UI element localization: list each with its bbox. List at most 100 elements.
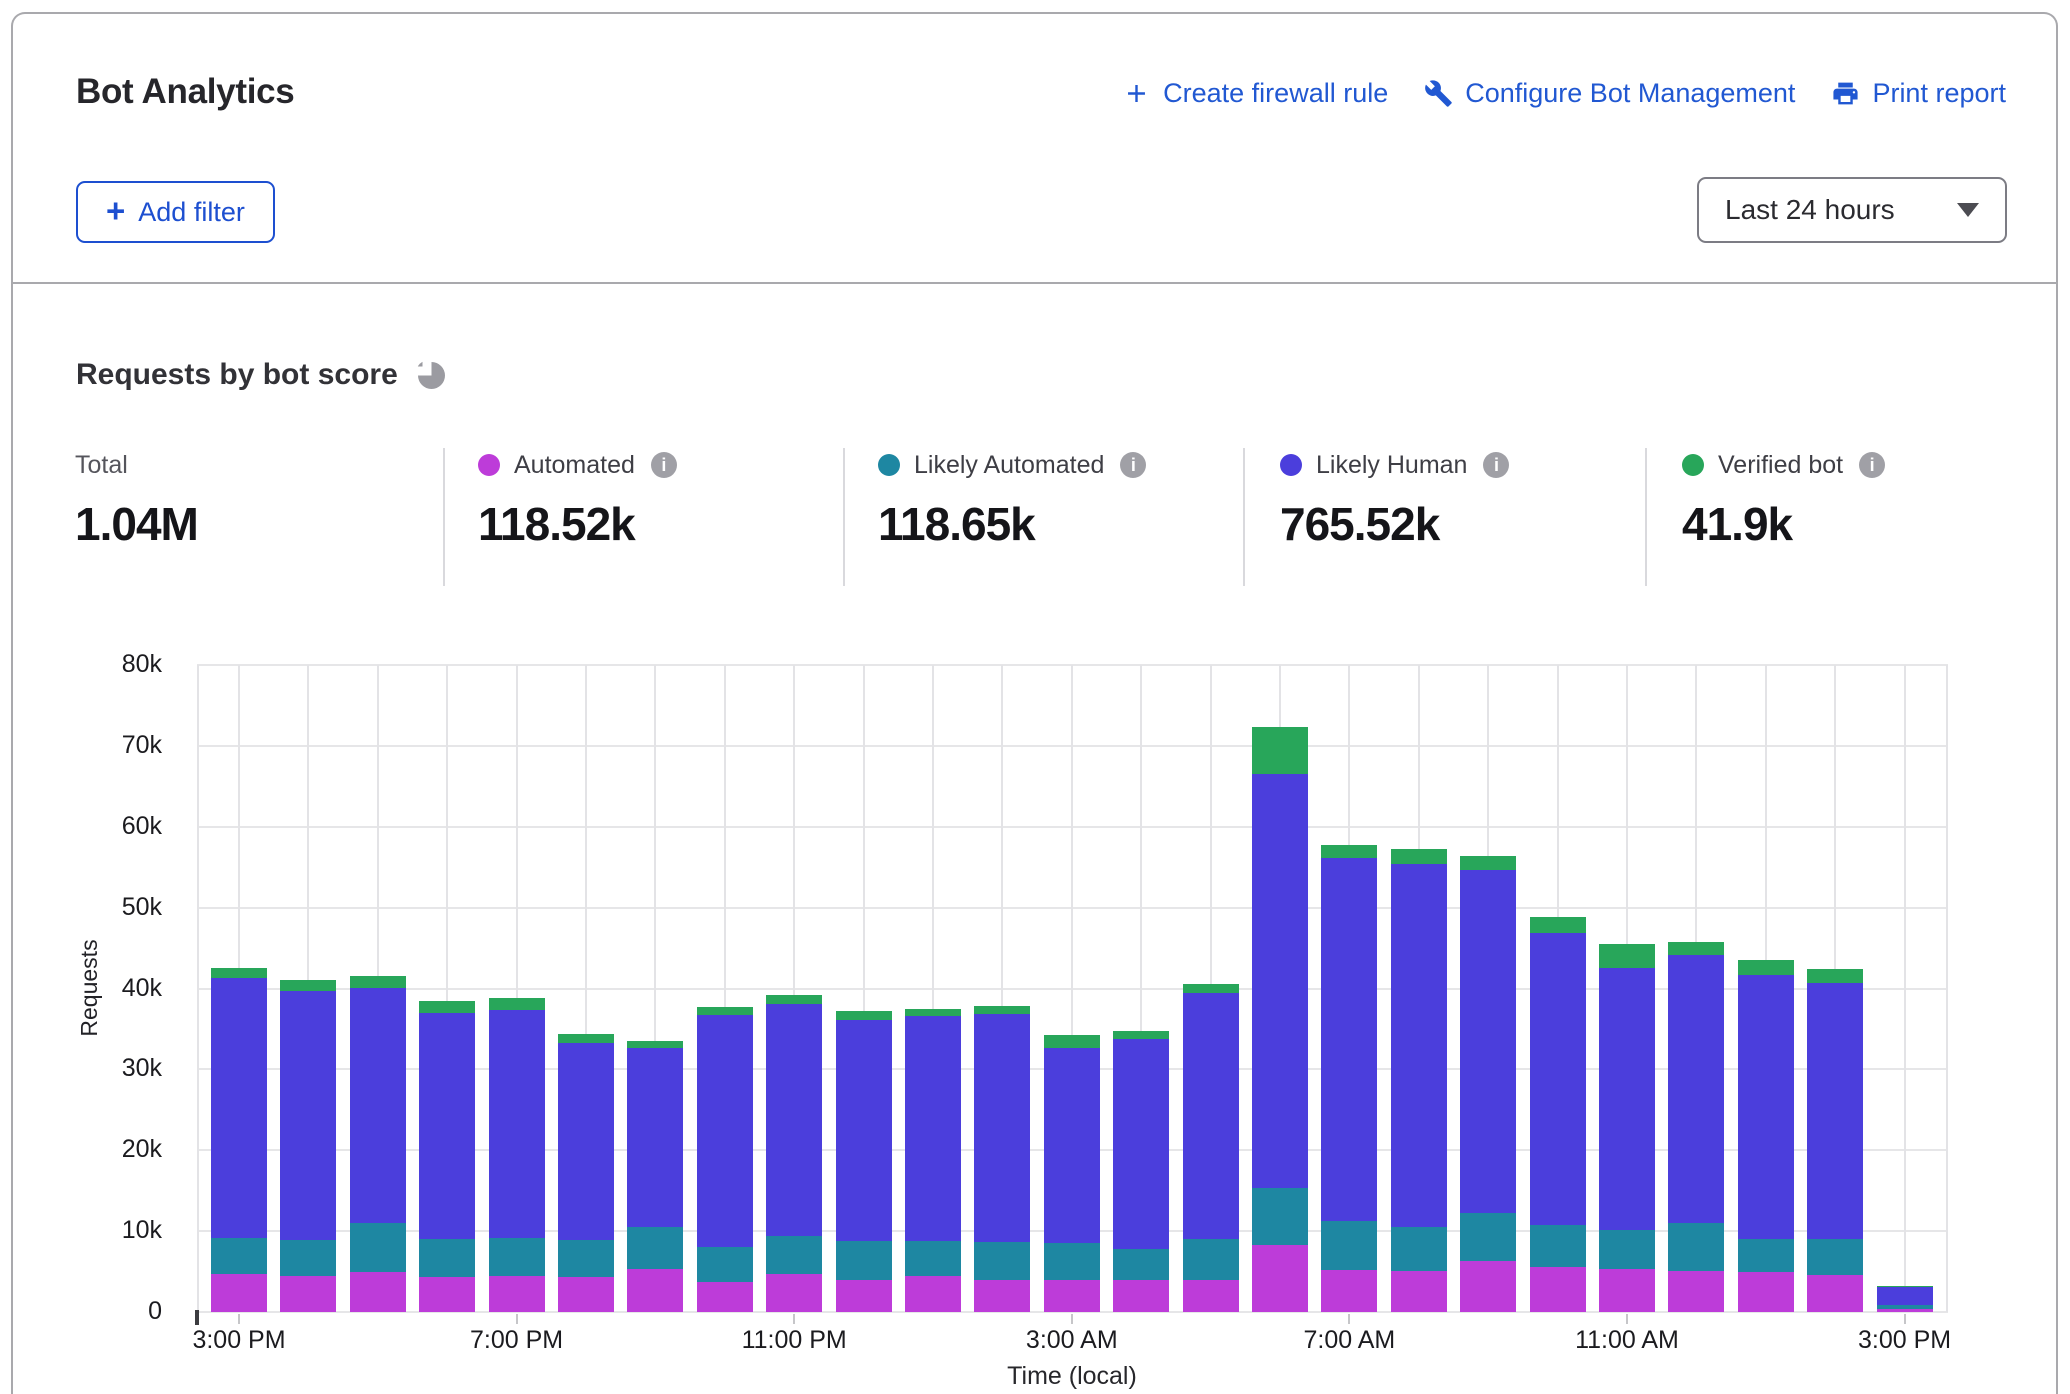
bar-1-00-am[interactable] xyxy=(905,1009,961,1312)
create-firewall-rule-link[interactable]: Create firewall rule xyxy=(1122,78,1388,109)
segment-likely-automated xyxy=(350,1223,406,1272)
segment-likely-automated xyxy=(419,1239,475,1277)
segment-automated xyxy=(1252,1245,1308,1312)
stat-value: 1.04M xyxy=(75,497,198,551)
segment-automated xyxy=(1877,1309,1933,1312)
segment-likely-human xyxy=(627,1048,683,1227)
segment-automated xyxy=(1113,1280,1169,1312)
info-icon[interactable]: i xyxy=(1120,452,1146,478)
segment-verified-bot xyxy=(836,1011,892,1020)
stat-header: Likely Humani xyxy=(1280,448,1509,482)
bar-4-00-pm[interactable] xyxy=(280,980,336,1312)
stat-header: Automatedi xyxy=(478,448,677,482)
add-filter-button[interactable]: + Add filter xyxy=(76,181,275,243)
info-icon[interactable]: i xyxy=(651,452,677,478)
segment-likely-human xyxy=(905,1016,961,1241)
segment-automated xyxy=(211,1274,267,1312)
segment-verified-bot xyxy=(350,976,406,988)
stat-label: Total xyxy=(75,451,128,480)
bar-3-00-pm[interactable] xyxy=(1877,1286,1933,1312)
bar-9-00-pm[interactable] xyxy=(627,1041,683,1312)
stat-divider xyxy=(843,448,845,586)
bar-12-00-am[interactable] xyxy=(836,1011,892,1312)
y-tick-label: 0 xyxy=(52,1297,162,1326)
segment-verified-bot xyxy=(1599,944,1655,968)
x-tick-mark xyxy=(1071,1314,1073,1324)
stat-verified-bot: Verified boti41.9k xyxy=(1682,448,1885,551)
bar-12-00-pm[interactable] xyxy=(1668,942,1724,1312)
y-tick-label: 80k xyxy=(52,650,162,679)
segment-likely-automated xyxy=(558,1240,614,1277)
bar-6-00-pm[interactable] xyxy=(419,1001,475,1312)
bar-10-00-pm[interactable] xyxy=(697,1007,753,1312)
segment-verified-bot xyxy=(1460,856,1516,870)
segment-verified-bot xyxy=(627,1041,683,1048)
x-tick-label: 11:00 AM xyxy=(1517,1326,1737,1355)
segment-likely-automated xyxy=(1530,1225,1586,1266)
x-tick-mark xyxy=(1904,1314,1906,1324)
x-tick-mark xyxy=(1348,1314,1350,1324)
stat-divider xyxy=(1243,448,1245,586)
segment-likely-human xyxy=(1321,858,1377,1221)
add-filter-label: Add filter xyxy=(138,197,245,228)
x-tick-mark xyxy=(238,1314,240,1324)
stat-value: 765.52k xyxy=(1280,497,1509,551)
bar-5-00-pm[interactable] xyxy=(350,976,406,1312)
plus-icon: + xyxy=(106,192,125,230)
bar-3-00-pm[interactable] xyxy=(211,968,267,1312)
stat-divider xyxy=(1645,448,1647,586)
segment-verified-bot xyxy=(1668,942,1724,954)
bar-11-00-pm[interactable] xyxy=(766,995,822,1312)
bar-3-00-am[interactable] xyxy=(1044,1035,1100,1312)
segment-automated xyxy=(1599,1269,1655,1312)
legend-dot-icon xyxy=(478,454,500,476)
segment-likely-human xyxy=(350,988,406,1223)
segment-verified-bot xyxy=(905,1009,961,1016)
print-report-link[interactable]: Print report xyxy=(1831,78,2006,109)
section-title: Requests by bot score xyxy=(76,358,445,392)
segment-likely-automated xyxy=(489,1238,545,1276)
segment-likely-human xyxy=(1044,1048,1100,1243)
segment-verified-bot xyxy=(1044,1035,1100,1048)
segment-likely-human xyxy=(1183,993,1239,1240)
segment-likely-automated xyxy=(1252,1188,1308,1245)
bar-5-00-am[interactable] xyxy=(1183,984,1239,1312)
segment-verified-bot xyxy=(1113,1031,1169,1039)
configure-bot-management-link[interactable]: Configure Bot Management xyxy=(1424,78,1795,109)
segment-likely-human xyxy=(489,1010,545,1238)
wrench-icon xyxy=(1424,79,1453,108)
header-divider xyxy=(11,282,2058,284)
bar-4-00-am[interactable] xyxy=(1113,1031,1169,1312)
bar-6-00-am[interactable] xyxy=(1252,727,1308,1312)
section-title-text: Requests by bot score xyxy=(76,358,398,392)
bar-1-00-pm[interactable] xyxy=(1738,960,1794,1312)
segment-likely-automated xyxy=(1668,1223,1724,1271)
time-range-dropdown[interactable]: Last 24 hours xyxy=(1697,177,2007,243)
segment-likely-automated xyxy=(766,1236,822,1274)
segment-verified-bot xyxy=(1738,960,1794,975)
segment-likely-human xyxy=(1530,933,1586,1226)
bar-7-00-am[interactable] xyxy=(1321,845,1377,1312)
legend-dot-icon xyxy=(878,454,900,476)
bar-2-00-pm[interactable] xyxy=(1807,969,1863,1312)
stat-likely-human: Likely Humani 765.52k xyxy=(1280,448,1509,551)
bar-2-00-am[interactable] xyxy=(974,1006,1030,1312)
segment-likely-human xyxy=(211,978,267,1238)
stat-label: Verified bot xyxy=(1718,451,1843,480)
bar-8-00-am[interactable] xyxy=(1391,849,1447,1312)
bar-11-00-am[interactable] xyxy=(1599,944,1655,1312)
v-gridline xyxy=(1904,665,1906,1312)
segment-automated xyxy=(489,1276,545,1312)
segment-likely-automated xyxy=(627,1227,683,1269)
segment-likely-automated xyxy=(1391,1227,1447,1271)
info-icon[interactable]: i xyxy=(1859,452,1885,478)
bar-7-00-pm[interactable] xyxy=(489,998,545,1312)
bar-10-00-am[interactable] xyxy=(1530,917,1586,1312)
bar-9-00-am[interactable] xyxy=(1460,856,1516,1312)
segment-likely-human xyxy=(1391,864,1447,1227)
segment-likely-human xyxy=(1738,975,1794,1239)
bar-8-00-pm[interactable] xyxy=(558,1034,614,1312)
info-icon[interactable]: i xyxy=(1483,452,1509,478)
segment-likely-automated xyxy=(1877,1305,1933,1309)
segment-automated xyxy=(558,1277,614,1312)
